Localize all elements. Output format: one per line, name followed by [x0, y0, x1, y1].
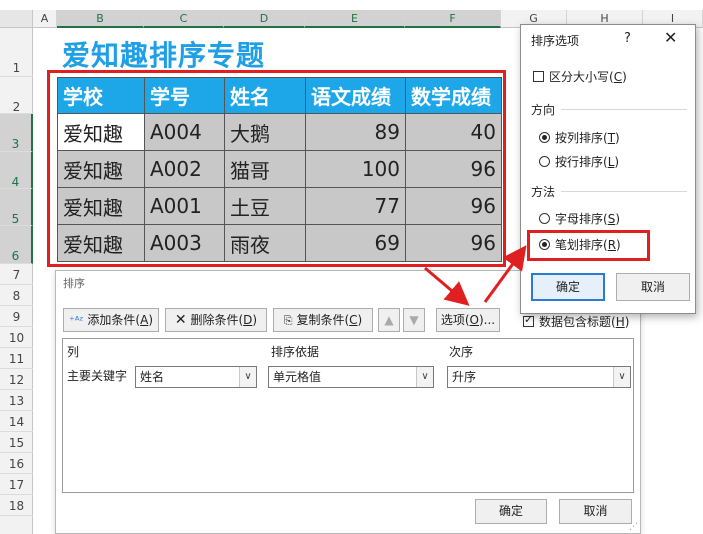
arrow-to-options-icon [424, 266, 470, 306]
annotation-arrows [424, 245, 527, 306]
arrow-to-options-dialog-icon [483, 245, 527, 303]
